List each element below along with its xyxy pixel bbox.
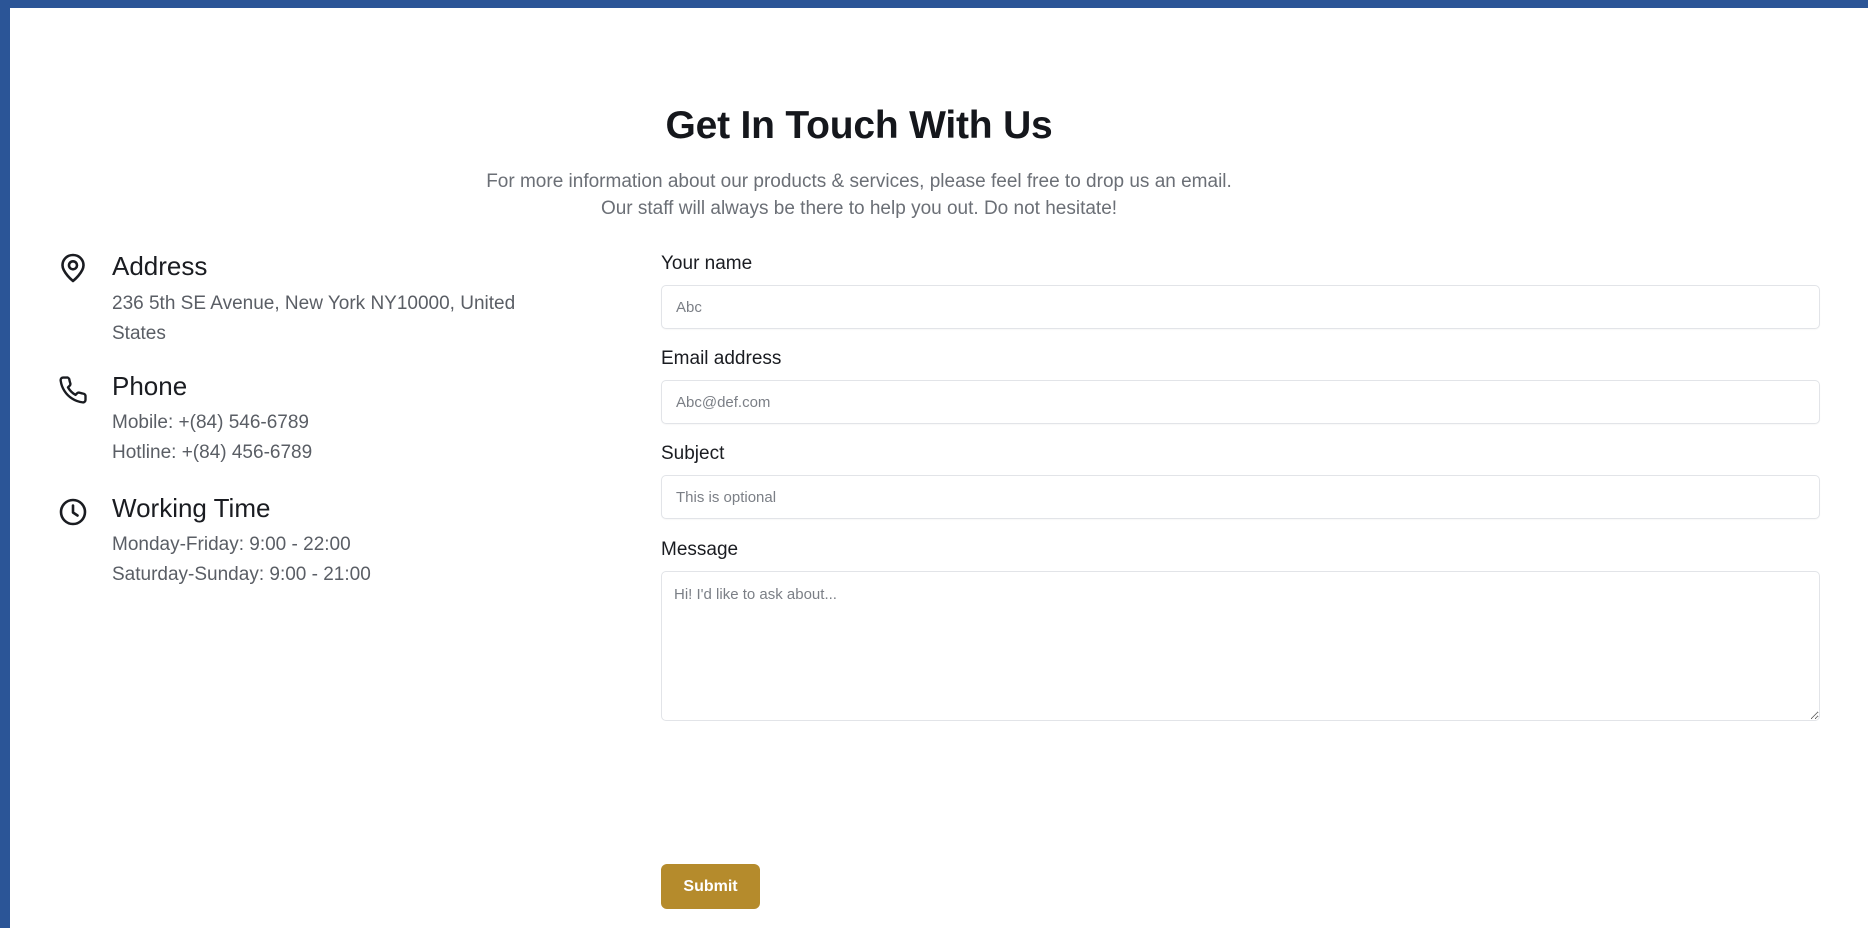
phone-lines: Mobile: +(84) 546-6789 Hotline: +(84) 45… [112,408,582,468]
message-textarea[interactable] [661,571,1820,721]
email-input[interactable] [661,380,1820,424]
email-label: Email address [661,348,782,369]
address-line-2: States [112,323,166,344]
subtitle-line-1: For more information about our products … [486,171,1232,192]
phone-heading: Phone [112,371,188,401]
weekend-hours: Saturday-Sunday: 9:00 - 21:00 [112,564,371,585]
location-pin-icon [56,251,90,285]
name-input[interactable] [661,285,1820,329]
submit-button[interactable]: Submit [661,864,760,909]
address-heading: Address [112,251,208,281]
name-label: Your name [661,253,753,274]
phone-mobile: Mobile: +(84) 546-6789 [112,412,309,433]
message-label: Message [661,539,739,560]
subject-input[interactable] [661,475,1820,519]
working-time-lines: Monday-Friday: 9:00 - 22:00 Saturday-Sun… [112,530,582,590]
page-subtitle: For more information about our products … [0,168,1788,222]
weekday-hours: Monday-Friday: 9:00 - 22:00 [112,534,351,555]
address-lines: 236 5th SE Avenue, New York NY10000, Uni… [112,289,582,349]
subtitle-line-2: Our staff will always be there to help y… [600,198,1118,219]
phone-hotline: Hotline: +(84) 456-6789 [112,442,313,463]
working-time-heading: Working Time [112,493,271,523]
page-title: Get In Touch With Us [665,104,1053,147]
phone-icon [56,373,90,407]
address-line-1: 236 5th SE Avenue, New York NY10000, Uni… [112,293,516,314]
clock-icon [56,495,90,529]
page-header: Get In Touch With Us For more informatio… [10,102,1868,222]
subject-label: Subject [661,443,725,464]
contact-page: Get In Touch With Us For more informatio… [10,8,1868,928]
